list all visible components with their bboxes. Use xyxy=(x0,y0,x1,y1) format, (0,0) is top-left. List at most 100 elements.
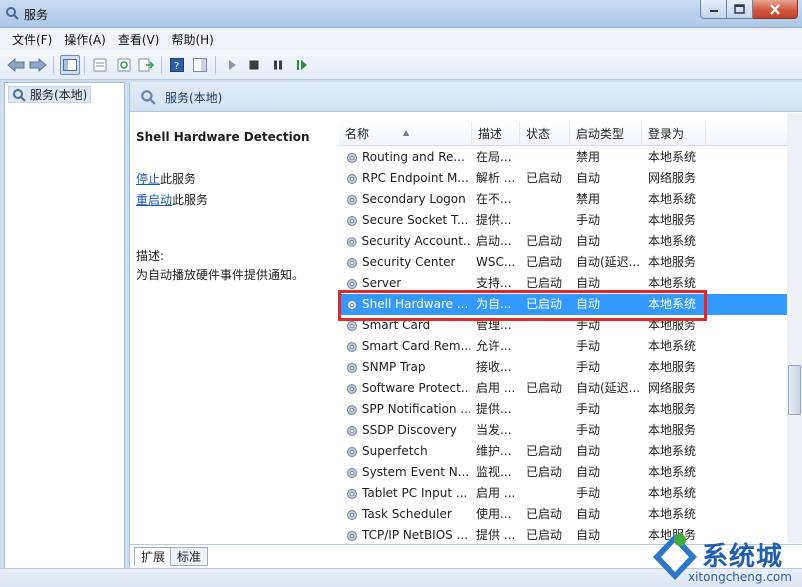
maximize-button[interactable] xyxy=(727,0,753,19)
service-name-text: RPC Endpoint M... xyxy=(362,171,469,185)
cell-service-name: Security Account... xyxy=(345,231,470,252)
cell-startup-type: 手动 xyxy=(576,360,601,374)
refresh-icon xyxy=(117,58,131,72)
service-name-text: System Event N... xyxy=(362,465,470,479)
console-tree-icon xyxy=(63,59,77,71)
table-row[interactable]: Tablet PC Input ... 启用 ... 手动 本地系统 xyxy=(339,483,794,504)
service-name-text: Security Account... xyxy=(361,234,470,248)
table-row[interactable]: RPC Endpoint M... 解析 ... 已启动 自动 网络服务 xyxy=(339,168,794,189)
cell-log-on-as: 本地系统 xyxy=(648,507,697,521)
service-gear-icon xyxy=(347,173,357,184)
start-service-button[interactable] xyxy=(222,55,242,75)
cell-log-on-as: 本地服务 xyxy=(648,402,697,416)
column-header-label: 名称 xyxy=(345,127,370,141)
table-row[interactable]: Smart Card Rem... 允许... 手动 本地系统 xyxy=(339,336,794,357)
cell-startup-type: 手动 xyxy=(576,486,601,500)
menu-help[interactable]: 帮助(H) xyxy=(165,31,219,48)
cell-startup-type: 自动 xyxy=(576,465,601,479)
cell-status: 已启动 xyxy=(526,528,563,542)
cell-startup-type: 自动 xyxy=(576,234,601,248)
cell-description: 允许... xyxy=(476,339,512,353)
show-hide-icon xyxy=(193,58,207,72)
restart-service-link[interactable]: 重启动 xyxy=(136,193,172,207)
column-header-name[interactable]: 名称 ▲ xyxy=(339,122,472,146)
service-name-text: SPP Notification ... xyxy=(361,402,470,416)
cell-startup-type: 手动 xyxy=(576,423,601,437)
pause-service-button[interactable] xyxy=(268,55,288,75)
table-row[interactable]: Task Scheduler 使用... 已启动 自动 本地系统 xyxy=(339,504,794,525)
table-row[interactable]: System Event N... 监视... 已启动 自动 本地系统 xyxy=(339,462,794,483)
refresh-button[interactable] xyxy=(114,55,134,75)
show-console-tree-button[interactable] xyxy=(60,55,80,75)
highlight-annotation-box xyxy=(338,290,707,321)
table-row[interactable]: Security Account... 启动... 已启动 自动 本地系统 xyxy=(339,231,794,252)
menu-view[interactable]: 查看(V) xyxy=(112,31,166,48)
service-gear-icon xyxy=(347,425,357,436)
stop-service-suffix: 此服务 xyxy=(160,172,197,186)
table-row[interactable]: SNMP Trap 接收... 手动 本地服务 xyxy=(339,357,794,378)
minimize-button[interactable] xyxy=(700,0,727,19)
table-row[interactable]: Security Center WSC... 已启动 自动(延迟... 本地服务 xyxy=(339,252,794,273)
column-header-status[interactable]: 状态 xyxy=(520,122,570,146)
cell-status xyxy=(526,357,571,378)
cell-description: 接收... xyxy=(476,360,512,374)
properties-button[interactable] xyxy=(90,55,110,75)
service-gear-icon xyxy=(347,530,357,541)
vertical-scrollbar[interactable] xyxy=(787,113,802,543)
table-row[interactable]: Secure Socket T... 提供... 手动 本地服务 xyxy=(339,210,794,231)
cell-service-name: Smart Card Rem... xyxy=(345,336,470,357)
table-row[interactable]: Routing and Re... 在局... 禁用 本地系统 xyxy=(339,147,794,168)
cell-status xyxy=(526,399,571,420)
selected-service-title: Shell Hardware Detection xyxy=(136,130,310,144)
cell-log-on-as: 本地系统 xyxy=(648,192,697,206)
cell-log-on-as: 网络服务 xyxy=(648,381,697,395)
back-button[interactable] xyxy=(6,55,26,75)
cell-description: 在不... xyxy=(476,192,512,206)
restart-service-row: 重启动此服务 xyxy=(136,191,208,208)
forward-button[interactable] xyxy=(28,55,48,75)
stop-service-link[interactable]: 停止 xyxy=(136,172,160,186)
services-gear-icon xyxy=(6,7,19,20)
cell-startup-type: 自动 xyxy=(576,507,601,521)
menu-action[interactable]: 操作(A) xyxy=(58,31,112,48)
show-hide-action-pane-button[interactable] xyxy=(190,55,210,75)
service-name-text: Smart Card Rem... xyxy=(361,339,470,353)
cell-startup-type: 禁用 xyxy=(576,192,601,206)
help-button[interactable]: ? xyxy=(167,55,187,75)
cell-service-name: Secure Socket T... xyxy=(345,210,470,231)
cell-log-on-as: 本地服务 xyxy=(648,255,697,269)
cell-startup-type: 手动 xyxy=(576,402,601,416)
service-name-text: SSDP Discovery xyxy=(362,423,457,437)
table-row[interactable]: SSDP Discovery 当发... 手动 本地服务 xyxy=(339,420,794,441)
service-gear-icon xyxy=(346,236,357,247)
column-header-description[interactable]: 描述 xyxy=(472,122,520,146)
tab-extended[interactable]: 扩展 xyxy=(134,547,173,566)
table-row[interactable]: Superfetch 维护... 已启动 自动 本地系统 xyxy=(339,441,794,462)
tab-standard[interactable]: 标准 xyxy=(170,547,209,566)
column-header-log-on-as[interactable]: 登录为 xyxy=(642,122,706,146)
tree-item-services-local[interactable]: 服务(本地) xyxy=(8,86,92,103)
cell-description: 使用... xyxy=(476,507,512,521)
cell-log-on-as: 本地系统 xyxy=(648,150,697,164)
table-row[interactable]: Secondary Logon 在不... 禁用 本地系统 xyxy=(339,189,794,210)
column-header-startup-type[interactable]: 启动类型 xyxy=(570,122,642,146)
cell-description: 提供... xyxy=(476,213,512,227)
watermark-url: xitongcheng.com xyxy=(688,570,792,584)
stop-service-button[interactable] xyxy=(244,55,264,75)
restart-service-button[interactable] xyxy=(292,55,312,75)
toolbar: ? xyxy=(0,50,802,80)
menu-file[interactable]: 文件(F) xyxy=(6,31,58,48)
help-icon: ? xyxy=(170,58,184,72)
table-row[interactable]: Software Protect... 启用 ... 已启动 自动(延迟... 网络服务 xyxy=(339,378,794,399)
service-gear-icon xyxy=(347,488,357,499)
service-name-text: Secure Socket T... xyxy=(362,213,469,227)
service-gear-icon xyxy=(346,341,357,352)
scrollbar-thumb[interactable] xyxy=(788,365,801,415)
table-row[interactable]: SPP Notification ... 提供... 手动 本地服务 xyxy=(339,399,794,420)
cell-status xyxy=(526,147,571,168)
cell-description: 提供... xyxy=(476,402,512,416)
export-list-button[interactable] xyxy=(136,55,156,75)
cell-log-on-as: 本地系统 xyxy=(648,234,697,248)
close-button[interactable] xyxy=(753,0,798,19)
service-name-text: Secondary Logon xyxy=(362,192,466,206)
